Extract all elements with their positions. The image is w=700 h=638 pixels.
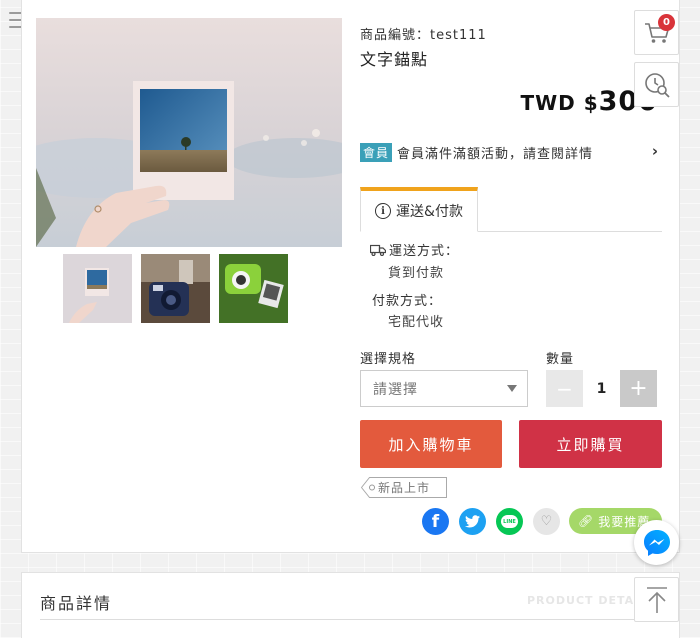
spec-select-value: 請選擇 <box>373 381 418 398</box>
add-to-cart-button[interactable]: 加入購物車 <box>360 420 502 468</box>
member-promo-text: 會員滿件滿額活動，請查閱詳情 <box>397 146 594 162</box>
thumbnail-2[interactable] <box>141 254 210 323</box>
shipping-label-text: 運送方式： <box>389 244 460 259</box>
thumbnail-1[interactable] <box>63 254 132 323</box>
tab-label: 運送&付款 <box>396 204 463 220</box>
divider <box>40 619 660 620</box>
quantity-label: 數量 <box>546 352 575 367</box>
product-sku: 商品編號：test111 <box>360 24 487 43</box>
chevron-right-icon: › <box>651 142 658 160</box>
heart-icon: ♡ <box>540 514 553 529</box>
facebook-icon: f <box>431 511 440 532</box>
price-currency: TWD $ <box>520 91 599 115</box>
cart-count-badge: 0 <box>658 14 675 31</box>
product-title: 文字錨點 <box>360 50 429 69</box>
caret-down-icon <box>507 385 517 392</box>
favorite-button[interactable]: ♡ <box>533 508 560 535</box>
line-icon: LINE <box>501 515 518 528</box>
back-to-top-button[interactable] <box>634 577 679 622</box>
twitter-icon <box>465 515 480 528</box>
shipping-label: 運送方式： <box>370 240 459 259</box>
messenger-button[interactable] <box>634 520 679 565</box>
new-arrival-tag[interactable]: 新品上市 <box>361 477 447 498</box>
quantity-increment-button[interactable]: + <box>620 370 657 407</box>
messenger-icon <box>643 529 670 556</box>
product-main-image[interactable] <box>36 18 342 247</box>
thumbnail-3[interactable] <box>219 254 288 323</box>
quantity-decrement-button[interactable]: − <box>546 370 583 407</box>
tag-label: 新品上市 <box>378 481 431 495</box>
floating-history-button[interactable] <box>634 62 679 107</box>
truck-icon <box>370 244 386 256</box>
tab-shipping-payment[interactable]: i 運送&付款 <box>360 187 478 232</box>
line-share-button[interactable]: LINE <box>496 508 523 535</box>
quantity-value[interactable]: 1 <box>583 370 620 407</box>
spec-label: 選擇規格 <box>360 352 417 367</box>
payment-value: 宅配代收 <box>388 315 445 330</box>
floating-cart-button[interactable]: 0 <box>634 10 679 55</box>
spec-select[interactable]: 請選擇 <box>360 370 528 407</box>
member-badge: 會員 <box>360 142 393 162</box>
sku-value: test111 <box>430 28 487 43</box>
info-tabs: i 運送&付款 <box>360 187 662 232</box>
history-search-icon <box>644 72 670 98</box>
product-detail-title: 商品詳情 <box>40 594 113 613</box>
sku-label: 商品編號： <box>360 28 431 43</box>
buy-now-button[interactable]: 立即購買 <box>519 420 662 468</box>
info-icon: i <box>375 203 392 219</box>
shipping-value: 貨到付款 <box>388 266 445 281</box>
member-promo-link[interactable]: 會員 會員滿件滿額活動，請查閱詳情 › <box>360 142 662 162</box>
payment-label: 付款方式： <box>372 294 443 309</box>
link-icon: 🔗︎ <box>578 514 595 528</box>
twitter-share-button[interactable] <box>459 508 486 535</box>
product-detail-subtitle: PRODUCT DETAIL <box>527 594 648 607</box>
arrow-up-icon <box>646 586 667 613</box>
facebook-share-button[interactable]: f <box>422 508 449 535</box>
